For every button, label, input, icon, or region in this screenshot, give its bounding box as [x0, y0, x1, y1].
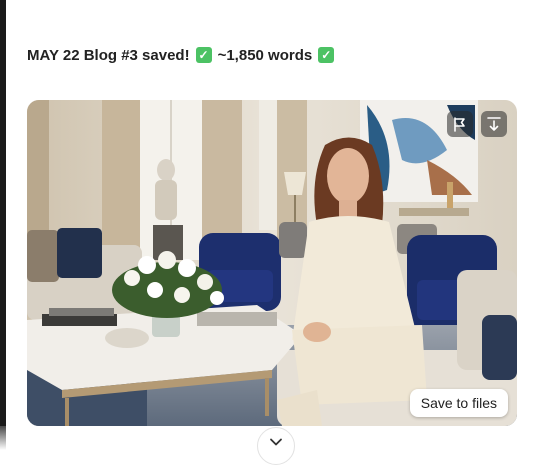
check-mark-icon: ✓ [195, 47, 212, 63]
download-button[interactable] [481, 111, 507, 137]
check-mark-icon: ✓ [318, 47, 335, 63]
flag-button[interactable] [447, 111, 473, 137]
chevron-down-icon [270, 438, 282, 446]
download-icon [487, 117, 501, 131]
assistant-message: MAY 22 Blog #3 saved! ✓ ~1,850 words ✓ [27, 44, 335, 66]
flag-icon [454, 117, 465, 132]
save-to-files-button[interactable]: Save to files [409, 389, 508, 417]
left-border [0, 0, 6, 450]
scroll-marker [0, 86, 4, 112]
message-text-saved: MAY 22 Blog #3 saved! [27, 46, 190, 64]
message-text-words: ~1,850 words [217, 46, 313, 64]
generated-image[interactable] [27, 100, 517, 426]
scroll-down-button[interactable] [257, 427, 295, 465]
